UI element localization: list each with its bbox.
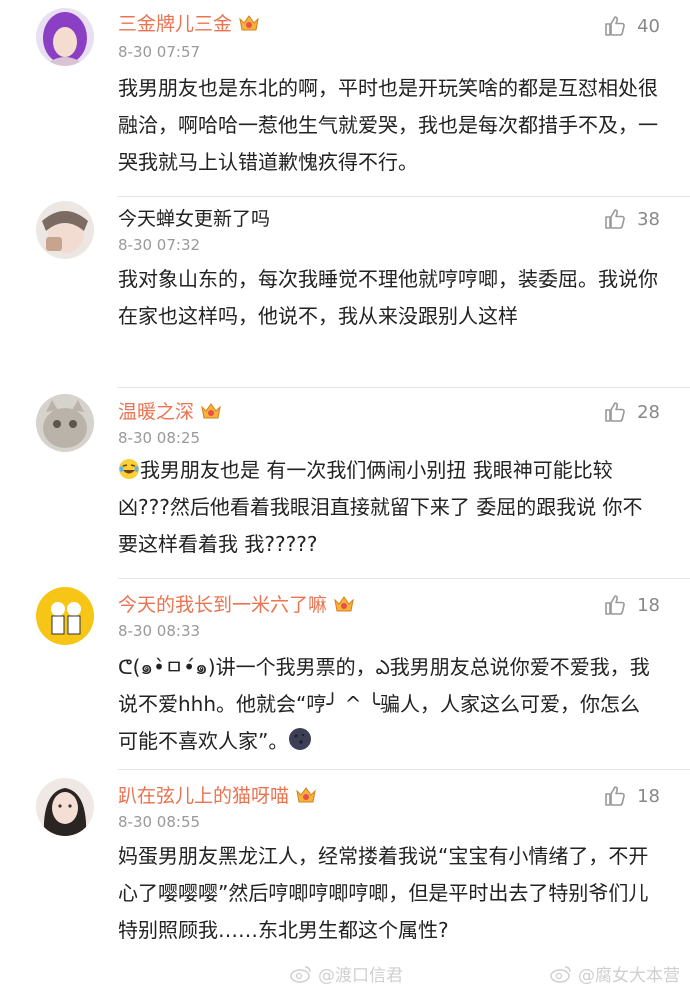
avatar[interactable] bbox=[36, 8, 94, 66]
comment-text: ᕦ(๑•̀ㅁ•́๑)讲一个我男票的，ఎ我男朋友总说你爱不爱我，我说不爱hhh。他… bbox=[118, 655, 650, 753]
commenter-name[interactable]: 三金牌儿三金 bbox=[118, 12, 260, 36]
thumbs-up-icon bbox=[605, 402, 625, 422]
like-count: 40 bbox=[637, 15, 660, 37]
commenter-name[interactable]: 温暖之深 bbox=[118, 400, 222, 424]
weibo-logo-icon bbox=[550, 965, 571, 983]
crown-badge-icon bbox=[239, 15, 259, 31]
like-count: 18 bbox=[637, 785, 660, 807]
laughing-tears-emoji-icon bbox=[119, 459, 139, 479]
watermark-right: @腐女大本营 bbox=[550, 961, 680, 986]
comment-time: 8-30 08:33 bbox=[118, 622, 201, 640]
like-button[interactable]: 18 bbox=[603, 784, 660, 808]
crown-badge-icon bbox=[296, 787, 316, 803]
thumbs-up-icon bbox=[605, 16, 625, 36]
crown-badge-icon bbox=[334, 596, 354, 612]
like-button[interactable]: 38 bbox=[603, 207, 660, 231]
like-count: 28 bbox=[637, 401, 660, 423]
crown-badge-icon bbox=[201, 403, 221, 419]
thumbs-up-icon bbox=[605, 595, 625, 615]
like-button[interactable]: 28 bbox=[603, 400, 660, 424]
comment-item: 三金牌儿三金 8-30 07:57 40 我男朋友也是东北的啊，平时也是开玩笑啥… bbox=[0, 0, 690, 196]
avatar[interactable] bbox=[36, 394, 94, 452]
comment-text: 妈蛋男朋友黑龙江人，经常搂着我说“宝宝有小情绪了，不开心了嘤嘤嘤”然后哼唧哼唧哼… bbox=[118, 844, 649, 942]
weibo-logo-icon bbox=[290, 965, 311, 983]
avatar[interactable] bbox=[36, 201, 94, 259]
comment-time: 8-30 08:55 bbox=[118, 813, 201, 831]
dark-moon-emoji-icon bbox=[289, 728, 312, 750]
like-count: 38 bbox=[637, 208, 660, 230]
like-button[interactable]: 18 bbox=[603, 593, 660, 617]
comment-text: 我对象山东的，每次我睡觉不理他就哼哼唧，装委屈。我说你在家也这样吗，他说不，我从… bbox=[118, 267, 658, 328]
commenter-name[interactable]: 趴在弦儿上的猫呀喵 bbox=[118, 784, 317, 808]
thumbs-up-icon bbox=[605, 209, 625, 229]
comment-item: 今天的我长到一米六了嘛 8-30 08:33 18 ᕦ(๑•̀ㅁ•́๑)讲一个我… bbox=[0, 579, 690, 769]
avatar[interactable] bbox=[36, 778, 94, 836]
comment-item: 温暖之深 8-30 08:25 28 我男朋友也是 有一次我们俩闹小别扭 我眼神… bbox=[0, 388, 690, 578]
thumbs-up-icon bbox=[605, 786, 625, 806]
comment-text: 我男朋友也是 有一次我们俩闹小别扭 我眼神可能比较凶???然后他看着我眼泪直接就… bbox=[118, 458, 643, 556]
comment-time: 8-30 07:57 bbox=[118, 43, 201, 61]
comment-item: 趴在弦儿上的猫呀喵 8-30 08:55 18 妈蛋男朋友黑龙江人，经常搂着我说… bbox=[0, 770, 690, 992]
comment-text: 我男朋友也是东北的啊，平时也是开玩笑啥的都是互怼相处很融洽，啊哈哈一惹他生气就爱… bbox=[118, 76, 658, 174]
watermark-left: @渡口信君 bbox=[290, 961, 403, 986]
like-button[interactable]: 40 bbox=[603, 14, 660, 38]
commenter-name[interactable]: 今天蝉女更新了吗 bbox=[118, 207, 270, 231]
comment-item: 今天蝉女更新了吗 8-30 07:32 38 我对象山东的，每次我睡觉不理他就哼… bbox=[0, 197, 690, 387]
commenter-name[interactable]: 今天的我长到一米六了嘛 bbox=[118, 593, 355, 617]
comment-time: 8-30 08:25 bbox=[118, 429, 201, 447]
avatar[interactable] bbox=[36, 587, 94, 645]
comment-time: 8-30 07:32 bbox=[118, 236, 201, 254]
like-count: 18 bbox=[637, 594, 660, 616]
